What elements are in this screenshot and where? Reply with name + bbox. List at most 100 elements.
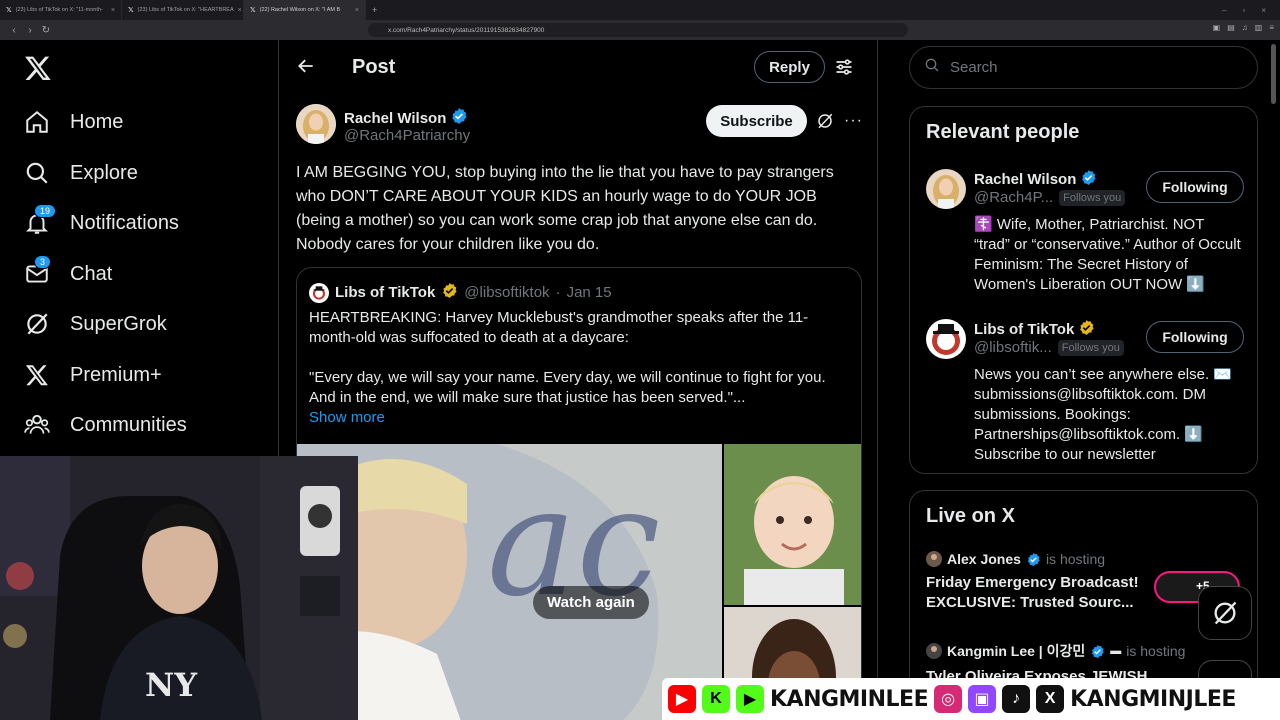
menu-icon[interactable]: ≡ [1269,23,1274,32]
banner-handle-text: KANGMINJLEE [1070,686,1236,712]
youtube-icon: ▶ [668,685,696,713]
quoted-post-text: HEARTBREAKING: Harvey Mucklebust's grand… [309,308,849,428]
browser-tab-1[interactable]: 𝕏 (23) Libs of TikTok on X: "11-month- × [0,0,122,20]
live-host-row: Alex Jones is hosting [926,551,1246,567]
quoted-author-avatar[interactable] [309,282,329,303]
search-input[interactable] [950,59,1230,76]
page-scrollbar[interactable] [1271,44,1276,104]
close-window-icon[interactable]: × [1261,6,1266,15]
page-title: Post [352,56,396,78]
nav-item-home[interactable]: Home [24,104,123,140]
follows-you-badge: Follows you [1057,339,1124,356]
browser-tab-3[interactable]: 𝕏 (22) Rachel Wilson on X: "I AM B × [244,0,366,20]
search-box[interactable] [909,46,1258,89]
follows-you-badge: Follows you [1059,189,1126,206]
person-avatar[interactable] [926,319,966,359]
person-name-text: Rachel Wilson [974,171,1077,188]
x-logo-icon[interactable] [24,54,52,82]
author-name[interactable]: Rachel Wilson [344,107,468,129]
back-arrow-icon[interactable]: ‹ [6,25,22,36]
sidebar-icon[interactable]: ▥ [1255,23,1263,32]
person-avatar[interactable] [926,169,966,209]
nav-label: Premium+ [70,363,162,386]
verified-badge-icon [1092,644,1104,658]
flag-icon: ▬ [1110,645,1122,657]
host-avatar [926,551,942,567]
person-handle[interactable]: @Rach4P... [974,189,1053,206]
video-frame[interactable]: ac Watch again [297,444,722,720]
nav-label: Explore [70,161,138,184]
instagram-icon: ◎ [934,685,963,713]
person-name[interactable]: Libs of TikTok [974,319,1095,340]
screen: 𝕏 (23) Libs of TikTok on X: "11-month- ×… [0,0,1280,720]
window-controls: – ▫ × [1222,6,1280,15]
address-bar[interactable]: x.com/Rach4Patriarchy/status/20119153826… [368,23,908,37]
quoted-paragraph: HEARTBREAKING: Harvey Mucklebust's grand… [309,309,809,346]
author-avatar[interactable] [296,104,336,144]
gold-verified-badge-icon [441,282,458,303]
reload-icon[interactable]: ↻ [38,25,54,36]
extension-icon[interactable]: ♫ [1242,23,1248,32]
live-title[interactable]: Friday Emergency Broadcast! EXCLUSIVE: T… [926,573,1151,613]
notification-count-badge: 19 [34,204,57,218]
author-handle[interactable]: @Rach4Patriarchy [344,127,470,144]
minimize-icon[interactable]: – [1222,6,1226,15]
show-more-link[interactable]: Show more [309,409,385,426]
new-tab-icon[interactable]: + [366,5,383,15]
person-handle-row: @libsoftik... Follows you [974,339,1124,356]
nav-label: Home [70,110,124,133]
live-host-name[interactable]: Kangmin Lee | 이강민 [947,641,1085,661]
nav-item-communities[interactable]: Communities [24,407,187,443]
tab-title: (22) Rachel Wilson on X: "I AM B [259,7,341,13]
back-arrow-icon[interactable] [296,56,316,76]
grok-icon [1214,601,1237,625]
nav-item-explore[interactable]: Explore [24,155,138,191]
grok-icon[interactable] [816,112,834,135]
person-handle[interactable]: @libsoftik... [974,339,1052,356]
tab-close-icon[interactable]: × [111,7,115,14]
tab-close-icon[interactable]: × [238,7,242,14]
nav-label: SuperGrok [70,312,167,335]
quoted-post[interactable]: Libs of TikTok @libsoftiktok · Jan 15 HE… [296,267,862,720]
nav-item-supergrok[interactable]: SuperGrok [24,306,167,342]
grok-floating-button[interactable] [1198,586,1252,640]
url-text: x.com/Rach4Patriarchy/status/20119153826… [388,26,545,34]
quoted-post-date[interactable]: Jan 15 [567,284,612,301]
nav-item-premium[interactable]: Premium+ [24,357,162,393]
sliders-icon[interactable] [834,57,854,82]
watch-again-button[interactable]: Watch again [533,586,649,619]
following-button[interactable]: Following [1146,321,1244,353]
home-icon [24,109,50,135]
x-favicon-icon: 𝕏 [250,7,256,14]
subscribe-button[interactable]: Subscribe [706,105,807,137]
quoted-paragraph: "Every day, we will say your name. Every… [309,369,826,406]
more-options-icon[interactable]: ··· [844,112,863,130]
reply-button[interactable]: Reply [754,51,825,83]
nav-item-notifications[interactable]: 19 Notifications [24,204,179,241]
browser-tab-bar: 𝕏 (23) Libs of TikTok on X: "11-month- ×… [0,0,1280,20]
forward-arrow-icon[interactable]: › [22,25,38,36]
media-thumbnail[interactable] [724,444,861,605]
x-logo-icon: X [1036,685,1065,713]
person-name-text: Libs of TikTok [974,321,1075,338]
live-hosting-label: is hosting [1126,643,1186,659]
tab-close-icon[interactable]: × [355,7,359,14]
live-host-name[interactable]: Alex Jones [947,551,1021,567]
person-handle-row: @Rach4P... Follows you [974,189,1126,206]
bell-icon: 19 [24,204,57,236]
nav-item-chat[interactable]: 3 Chat [24,255,112,292]
extension-icon[interactable]: ▤ [1227,23,1235,32]
separator-dot: · [555,284,561,301]
live-host-row: Kangmin Lee | 이강민 ▬ is hosting [926,641,1246,661]
following-button[interactable]: Following [1146,171,1244,203]
twitch-icon: ▣ [968,685,997,713]
author-name-text: Rachel Wilson [344,109,447,127]
quoted-author-name[interactable]: Libs of TikTok [335,284,435,301]
person-name[interactable]: Rachel Wilson [974,169,1097,190]
search-icon [924,57,940,78]
extension-icon[interactable]: ▣ [1213,23,1221,32]
browser-tab-2[interactable]: 𝕏 (23) Libs of TikTok on X: "HEARTBREA × [122,0,244,20]
quoted-author-handle[interactable]: @libsoftiktok [464,284,549,301]
main-column: Post Reply Rachel Wilson @Rach4Patriarch… [280,40,878,720]
maximize-icon[interactable]: ▫ [1242,6,1245,15]
